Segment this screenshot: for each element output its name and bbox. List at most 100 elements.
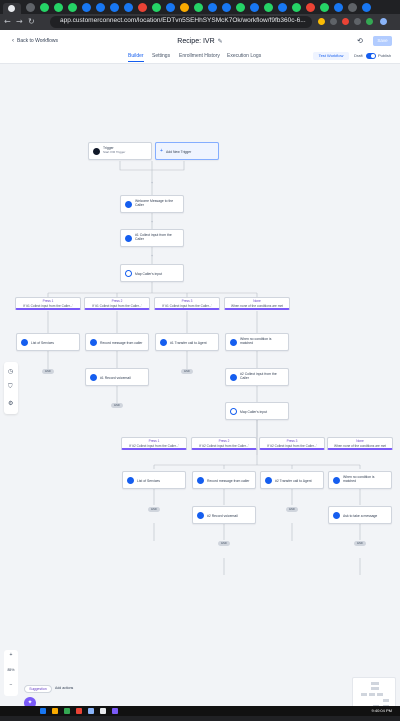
reload-icon[interactable]: ↻ [28, 17, 35, 26]
branch-condition: If '#1 Collect input from the Caller...' [161, 304, 213, 308]
action-node-no-match[interactable]: When no condition is matched [225, 333, 289, 351]
taskbar-app-icon[interactable] [76, 708, 82, 714]
profile-avatar[interactable] [380, 18, 387, 25]
browser-tab[interactable] [166, 3, 175, 12]
end-marker: END [181, 369, 193, 374]
branch-none[interactable]: None When none of the conditions are met [327, 437, 393, 450]
forward-arrow-icon[interactable]: → [16, 17, 23, 26]
extension-icon[interactable] [318, 18, 325, 25]
add-action-plus[interactable]: + [150, 220, 154, 224]
action-node-record-voicemail-1[interactable]: #1 Record voicemail [85, 368, 149, 386]
browser-tab[interactable] [292, 3, 301, 12]
browser-tab[interactable] [348, 3, 357, 12]
address-bar[interactable]: app.customerconnect.com/location/EDTvn5S… [50, 16, 312, 28]
add-action-plus[interactable]: + [150, 254, 154, 258]
test-workflow-button[interactable]: Test Workflow [313, 52, 349, 60]
branch-press-2[interactable]: Press 2 If '#2 Collect input from the Cal… [191, 437, 257, 450]
browser-tab[interactable] [152, 3, 161, 12]
browser-tab[interactable] [250, 3, 259, 12]
action-node-record-message[interactable]: Record message from caller [192, 471, 256, 489]
page-title: Recipe: IVR ✎ [0, 38, 400, 45]
browser-tab[interactable] [96, 3, 105, 12]
taskbar-app-icon[interactable] [52, 708, 58, 714]
browser-tab[interactable] [208, 3, 217, 12]
browser-tab[interactable] [264, 3, 273, 12]
branch-none[interactable]: None When none of the conditions are met [224, 297, 290, 310]
extension-icon[interactable] [342, 18, 349, 25]
zoom-out-button[interactable]: − [4, 682, 18, 688]
action-node-list-services[interactable]: List of Services [16, 333, 80, 351]
save-button[interactable]: Save [373, 36, 392, 46]
browser-tab[interactable] [320, 3, 329, 12]
branch-press-3[interactable]: Press 3 If '#1 Collect input from the Cal… [154, 297, 220, 310]
browser-tab[interactable] [40, 3, 49, 12]
browser-tab[interactable] [222, 3, 231, 12]
branch-press-1[interactable]: Press 1 If '#2 Collect input from the Cal… [121, 437, 187, 450]
action-node-map-2[interactable]: Map Caller's input [225, 402, 289, 420]
browser-tab[interactable] [194, 3, 203, 12]
action-node-welcome[interactable]: Welcome Message to the Caller [120, 195, 184, 213]
browser-tab[interactable] [236, 3, 245, 12]
browser-tab[interactable] [54, 3, 63, 12]
action-node-map-1[interactable]: Map Caller's input [120, 264, 184, 282]
suggestion-button[interactable]: Suggestion [24, 685, 52, 693]
browser-tab[interactable] [26, 3, 35, 12]
publish-toggle[interactable] [366, 53, 376, 59]
zoom-in-button[interactable]: + [4, 652, 18, 658]
branch-press-3[interactable]: Press 3 If '#2 Collect input from the Cal… [259, 437, 325, 450]
taskbar-app-icon[interactable] [88, 708, 94, 714]
tab-enrollment-history[interactable]: Enrollment History [179, 53, 220, 59]
zoom-controls: + 85% − [4, 650, 18, 696]
extension-icon[interactable] [366, 18, 373, 25]
action-node-transfer-agent[interactable]: #2 Transfer call to Agent [260, 471, 324, 489]
browser-tab[interactable] [362, 3, 371, 12]
browser-tab[interactable] [68, 3, 77, 12]
browser-tab[interactable] [124, 3, 133, 12]
action-node-collect-1[interactable]: #1 Collect input from the Caller [120, 229, 184, 247]
shield-icon[interactable]: ⛉ [8, 384, 13, 391]
extension-icon[interactable] [330, 18, 337, 25]
action-node-transfer-agent[interactable]: #1 Transfer call to Agent [155, 333, 219, 351]
action-node-leave-message[interactable]: Ask to take a message [328, 506, 392, 524]
browser-tab[interactable] [180, 3, 189, 12]
add-action-plus[interactable]: + [150, 181, 154, 185]
taskbar-app-icon[interactable] [112, 708, 118, 714]
action-node-collect-2[interactable]: #2 Collect input from the Caller [225, 368, 289, 386]
end-marker: END [42, 369, 54, 374]
settings-icon[interactable]: ⚙ [8, 400, 13, 407]
add-actions-link[interactable]: Add actions [55, 686, 73, 690]
browser-tab[interactable] [334, 3, 343, 12]
history-icon[interactable]: ◷ [8, 368, 13, 375]
browser-tab[interactable] [110, 3, 119, 12]
branch-press-2[interactable]: Press 2 If '#1 Collect input from the Cal… [84, 297, 150, 310]
taskbar-app-icon[interactable] [100, 708, 106, 714]
tab-execution-logs[interactable]: Execution Logs [227, 53, 261, 59]
tab-builder[interactable]: Builder [128, 53, 144, 62]
browser-tab[interactable] [278, 3, 287, 12]
branch-condition: When none of the conditions are met [333, 444, 387, 448]
edit-pencil-icon[interactable]: ✎ [218, 39, 223, 45]
tab-settings[interactable]: Settings [152, 53, 170, 59]
browser-tab[interactable] [306, 3, 315, 12]
browser-tab[interactable] [138, 3, 147, 12]
action-label: When no condition is matched [240, 337, 272, 346]
add-trigger-label: Add New Trigger [166, 150, 192, 154]
workflow-canvas[interactable]: Trigger Start IVR Trigger + Add New Trigg… [0, 65, 400, 706]
trigger-node[interactable]: Trigger Start IVR Trigger [88, 142, 152, 160]
action-node-record-message[interactable]: Record message from caller [85, 333, 149, 351]
add-new-trigger-button[interactable]: + Add New Trigger [155, 142, 219, 160]
back-arrow-icon[interactable]: ← [4, 17, 11, 26]
action-node-list-services[interactable]: List of Services [122, 471, 186, 489]
taskbar-app-icon[interactable] [40, 708, 46, 714]
action-label: #1 Collect input from the Caller [135, 233, 172, 242]
os-taskbar: 9:40:04 PM [0, 706, 400, 716]
browser-tab[interactable] [82, 3, 91, 12]
history-icon[interactable]: ⟲ [357, 37, 363, 45]
canvas-side-toolbar: ◷ ⛉ ⚙ [4, 362, 18, 414]
extension-icon[interactable] [354, 18, 361, 25]
action-label: List of Services [31, 341, 54, 345]
taskbar-app-icon[interactable] [64, 708, 70, 714]
action-node-record-voicemail-2[interactable]: #2 Record voicemail [192, 506, 256, 524]
branch-press-1[interactable]: Press 1 If '#1 Collect input from the Cal… [15, 297, 81, 310]
action-node-no-match[interactable]: When no condition is matched [328, 471, 392, 489]
